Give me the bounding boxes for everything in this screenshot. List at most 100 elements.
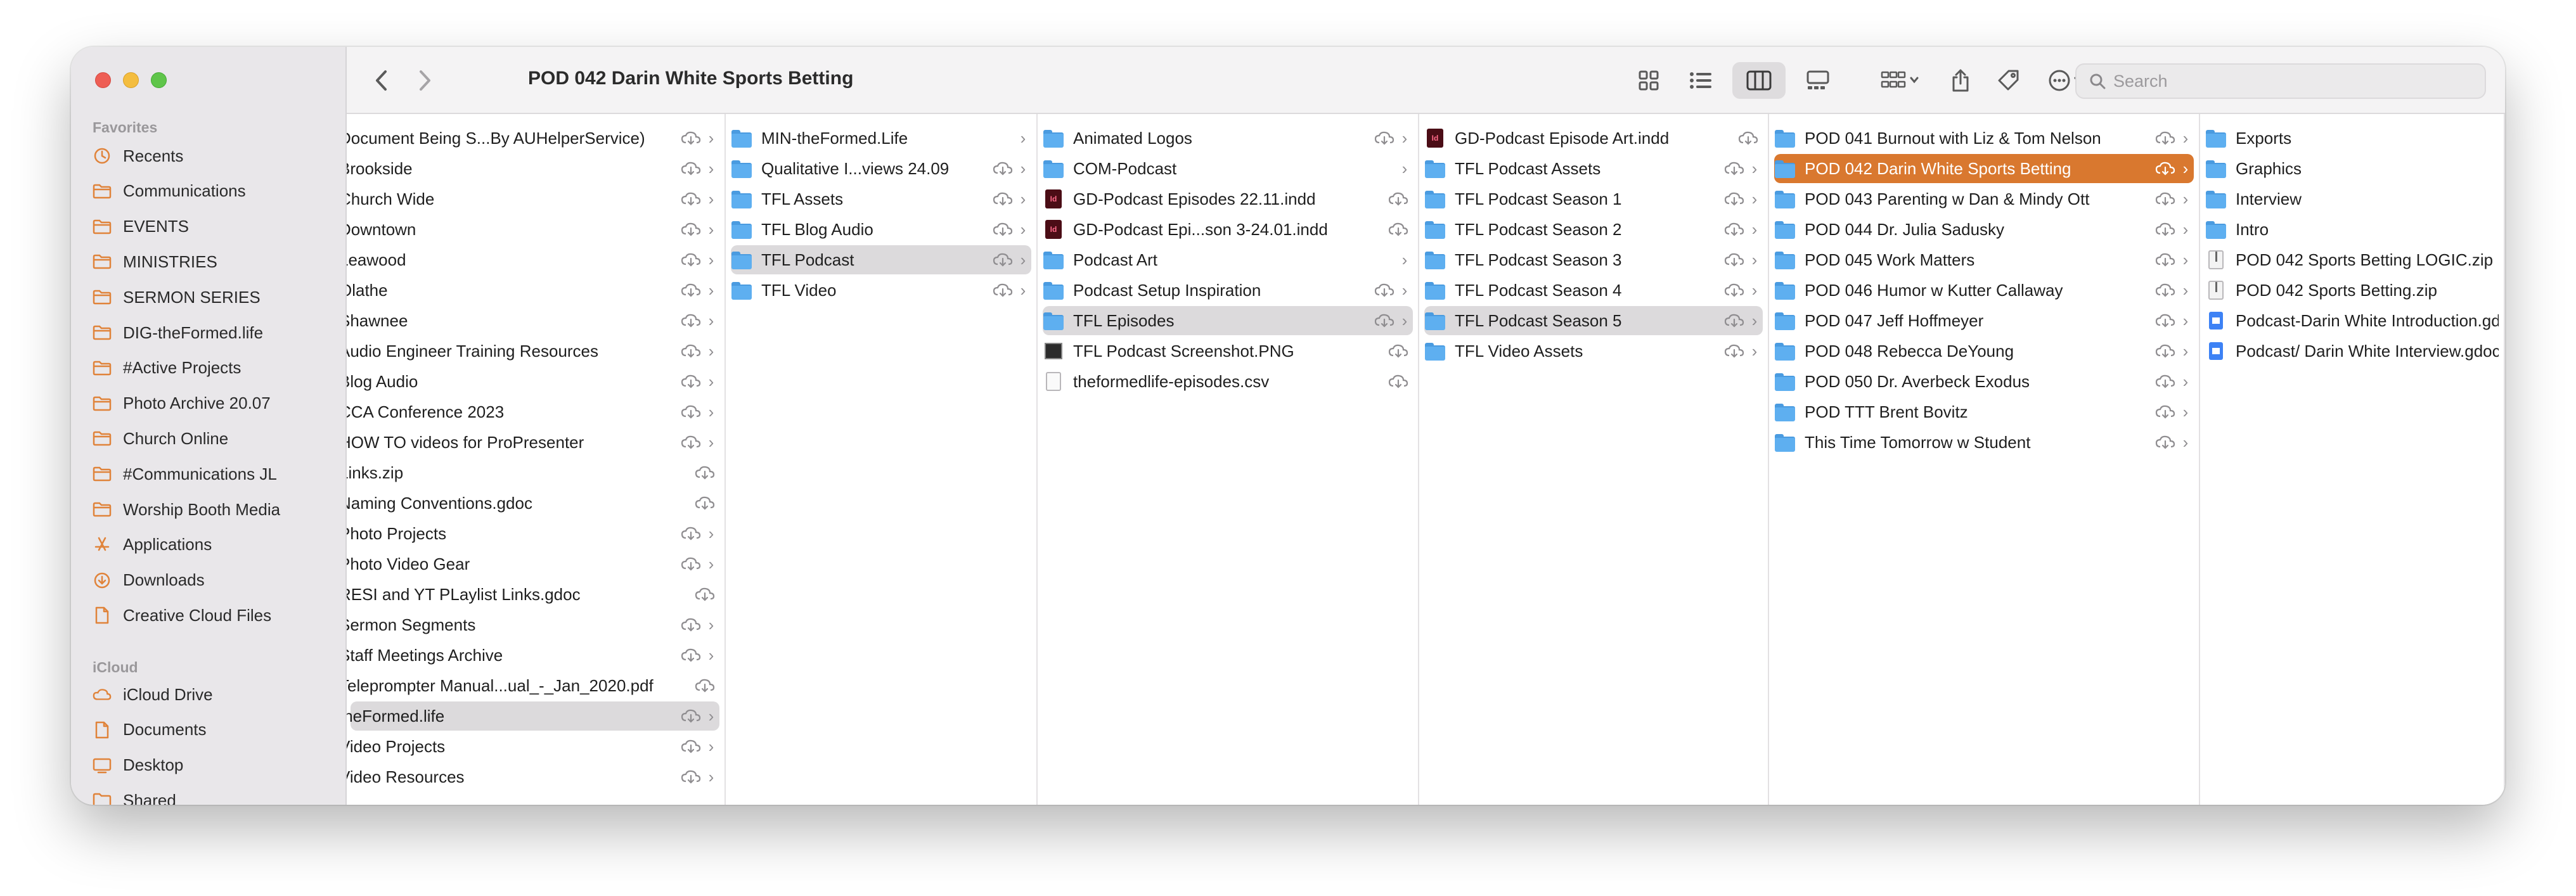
folder-row[interactable]: Photo Video Gear › <box>347 549 719 579</box>
cloud-download-icon[interactable] <box>992 191 1014 207</box>
cloud-download-icon[interactable] <box>680 343 702 359</box>
cloud-download-icon[interactable] <box>680 769 702 785</box>
folder-row[interactable]: CCA Conference 2023 › <box>347 397 719 426</box>
cloud-download-icon[interactable] <box>1374 130 1395 146</box>
cloud-download-icon[interactable] <box>680 282 702 298</box>
folder-row[interactable]: POD 050 Dr. Averbeck Exodus › <box>1774 367 2194 396</box>
cloud-download-icon[interactable] <box>680 373 702 390</box>
folder-row[interactable]: Podcast Setup Inspiration › <box>1043 276 1413 305</box>
cloud-download-icon[interactable] <box>1723 160 1745 177</box>
sidebar-item[interactable]: Recents <box>93 141 183 171</box>
sidebar-item[interactable]: #Communications JL <box>93 459 277 489</box>
folder-row[interactable]: TFL Assets › <box>731 184 1031 214</box>
folder-row[interactable]: Audio Engineer Training Resources › <box>347 336 719 366</box>
sidebar-item[interactable]: Worship Booth Media <box>93 494 280 525</box>
back-button[interactable] <box>366 65 397 96</box>
cloud-download-icon[interactable] <box>992 252 1014 268</box>
share-button[interactable] <box>1942 62 1980 99</box>
folder-row[interactable]: Olathe › <box>347 276 719 305</box>
folder-row[interactable]: Video Resources › <box>347 762 719 791</box>
cloud-download-icon[interactable] <box>680 647 702 663</box>
folder-row[interactable]: Animated Logos › <box>1043 124 1413 153</box>
folder-row[interactable]: Qualitative I...views 24.09 › <box>731 154 1031 183</box>
file-row[interactable]: Teleprompter Manual...ual_-_Jan_2020.pdf <box>347 671 719 700</box>
cloud-download-icon[interactable] <box>1388 221 1409 238</box>
zoom-button[interactable] <box>151 72 167 88</box>
folder-row[interactable]: TFL Podcast Season 4 › <box>1424 276 1763 305</box>
sidebar-item[interactable]: EVENTS <box>93 212 189 242</box>
folder-row[interactable]: POD TTT Brent Bovitz › <box>1774 397 2194 426</box>
folder-row[interactable]: Podcast Art › <box>1043 245 1413 274</box>
folder-row[interactable]: Church Wide › <box>347 184 719 214</box>
folder-row[interactable]: POD 044 Dr. Julia Sadusky › <box>1774 215 2194 244</box>
file-row[interactable]: Naming Conventions.gdoc <box>347 489 719 518</box>
sidebar-item[interactable]: #Active Projects <box>93 353 241 383</box>
minimize-button[interactable] <box>123 72 139 88</box>
cloud-download-icon[interactable] <box>680 617 702 633</box>
tags-button[interactable] <box>1990 62 2028 99</box>
close-button[interactable] <box>95 72 111 88</box>
folder-row[interactable]: POD 043 Parenting w Dan & Mindy Ott › <box>1774 184 2194 214</box>
sidebar-item[interactable]: iCloud Drive <box>93 679 213 710</box>
cloud-download-icon[interactable] <box>2154 373 2176 390</box>
file-row[interactable]: RESI and YT PLaylist Links.gdoc <box>347 580 719 609</box>
cloud-download-icon[interactable] <box>2154 434 2176 451</box>
file-row[interactable]: POD 042 Sports Betting LOGIC.zip <box>2205 245 2499 274</box>
cloud-download-icon[interactable] <box>2154 191 2176 207</box>
folder-row[interactable]: Blog Audio › <box>347 367 719 396</box>
cloud-download-icon[interactable] <box>2154 343 2176 359</box>
cloud-download-icon[interactable] <box>680 312 702 329</box>
folder-row[interactable]: POD 042 Darin White Sports Betting › <box>1774 154 2194 183</box>
forward-button[interactable] <box>409 65 441 96</box>
folder-row[interactable]: Video Projects › <box>347 732 719 761</box>
cloud-download-icon[interactable] <box>694 495 716 511</box>
folder-row[interactable]: Staff Meetings Archive › <box>347 641 719 670</box>
sidebar-item[interactable]: Downloads <box>93 565 205 596</box>
file-row[interactable]: theformedlife-episodes.csv <box>1043 367 1413 396</box>
sidebar-item[interactable]: Photo Archive 20.07 <box>93 388 271 419</box>
folder-row[interactable]: TFL Episodes › <box>1043 306 1413 335</box>
sidebar-item[interactable]: Communications <box>93 176 246 207</box>
folder-row[interactable]: Brookside › <box>347 154 719 183</box>
folder-row[interactable]: Leawood › <box>347 245 719 274</box>
cloud-download-icon[interactable] <box>694 586 716 603</box>
cloud-download-icon[interactable] <box>2154 160 2176 177</box>
file-row[interactable]: Id GD-Podcast Episodes 22.11.indd <box>1043 184 1413 214</box>
folder-row[interactable]: TFL Podcast Season 1 › <box>1424 184 1763 214</box>
folder-row[interactable]: HOW TO videos for ProPresenter › <box>347 428 719 457</box>
cloud-download-icon[interactable] <box>1723 221 1745 238</box>
folder-row[interactable]: Interview <box>2205 184 2499 214</box>
folder-row[interactable]: TFL Podcast › <box>731 245 1031 274</box>
folder-row[interactable]: TFL Podcast Season 5 › <box>1424 306 1763 335</box>
file-row[interactable]: Id GD-Podcast Episode Art.indd <box>1424 124 1763 153</box>
list-view-button[interactable] <box>1682 62 1720 99</box>
cloud-download-icon[interactable] <box>992 282 1014 298</box>
sidebar-item[interactable]: MINISTRIES <box>93 246 217 277</box>
folder-row[interactable]: COM-Podcast › <box>1043 154 1413 183</box>
cloud-download-icon[interactable] <box>680 556 702 572</box>
sidebar-item[interactable]: Documents <box>93 715 207 745</box>
icon-view-button[interactable] <box>1630 62 1668 99</box>
cloud-download-icon[interactable] <box>1388 191 1409 207</box>
folder-row[interactable]: TFL Video Assets › <box>1424 336 1763 366</box>
cloud-download-icon[interactable] <box>2154 252 2176 268</box>
cloud-download-icon[interactable] <box>1374 282 1395 298</box>
cloud-download-icon[interactable] <box>1388 373 1409 390</box>
folder-row[interactable]: TFL Podcast Season 2 › <box>1424 215 1763 244</box>
group-by-button[interactable] <box>1873 62 1928 99</box>
cloud-download-icon[interactable] <box>992 160 1014 177</box>
cloud-download-icon[interactable] <box>1737 130 1759 146</box>
cloud-download-icon[interactable] <box>680 738 702 755</box>
cloud-download-icon[interactable] <box>1723 282 1745 298</box>
cloud-download-icon[interactable] <box>1388 343 1409 359</box>
cloud-download-icon[interactable] <box>694 464 716 481</box>
cloud-download-icon[interactable] <box>680 404 702 420</box>
cloud-download-icon[interactable] <box>680 221 702 238</box>
sidebar-item[interactable]: DIG-theFormed.life <box>93 317 263 348</box>
search-field[interactable] <box>2075 63 2486 99</box>
search-input[interactable] <box>2113 71 2456 91</box>
column-view-button[interactable] <box>1732 62 1786 99</box>
folder-row[interactable]: Document Being S...By AUHelperService) › <box>347 124 719 153</box>
cloud-download-icon[interactable] <box>2154 312 2176 329</box>
folder-row[interactable]: TFL Podcast Assets › <box>1424 154 1763 183</box>
